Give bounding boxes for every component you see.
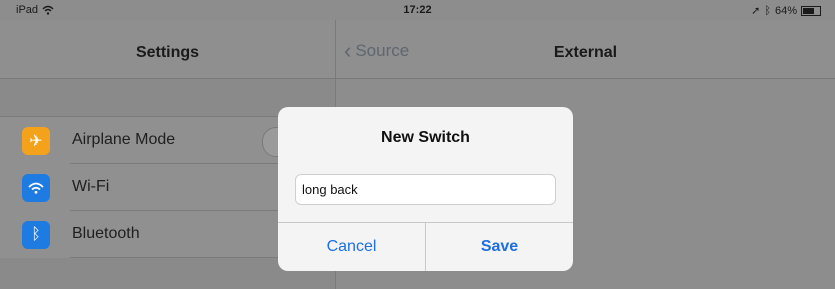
status-bar: iPad 17:22 ➚ ᛒ 64% [0,0,835,20]
location-arrow-icon: ➚ [751,5,761,17]
wifi-icon [22,174,50,202]
airplane-icon: ✈ [22,127,50,155]
battery-icon [801,5,821,16]
detail-nav-bar: ‹ Source External [336,20,835,79]
row-label-wifi: Wi-Fi [72,178,110,195]
dialog-title: New Switch [381,129,470,146]
bluetooth-status-icon: ᛒ [764,4,771,17]
switch-name-input[interactable] [295,174,556,205]
bluetooth-icon: ᛒ [22,221,50,249]
settings-nav-bar: Settings [0,20,335,79]
settings-title: Settings [135,44,200,61]
status-time: 17:22 [403,4,432,16]
status-right: ➚ ᛒ 64% [751,4,821,17]
detail-title: External [553,44,618,61]
new-switch-dialog: New Switch Cancel Save [278,107,573,271]
cancel-button[interactable]: Cancel [278,223,425,271]
row-label-airplane-mode: Airplane Mode [72,131,176,148]
battery-percent: 64% [774,4,797,17]
ipad-screen: iPad 17:22 ➚ ᛒ 64% Settings ✈ Airplane M… [0,0,835,289]
save-button[interactable]: Save [426,223,573,271]
row-label-bluetooth: Bluetooth [72,225,140,242]
